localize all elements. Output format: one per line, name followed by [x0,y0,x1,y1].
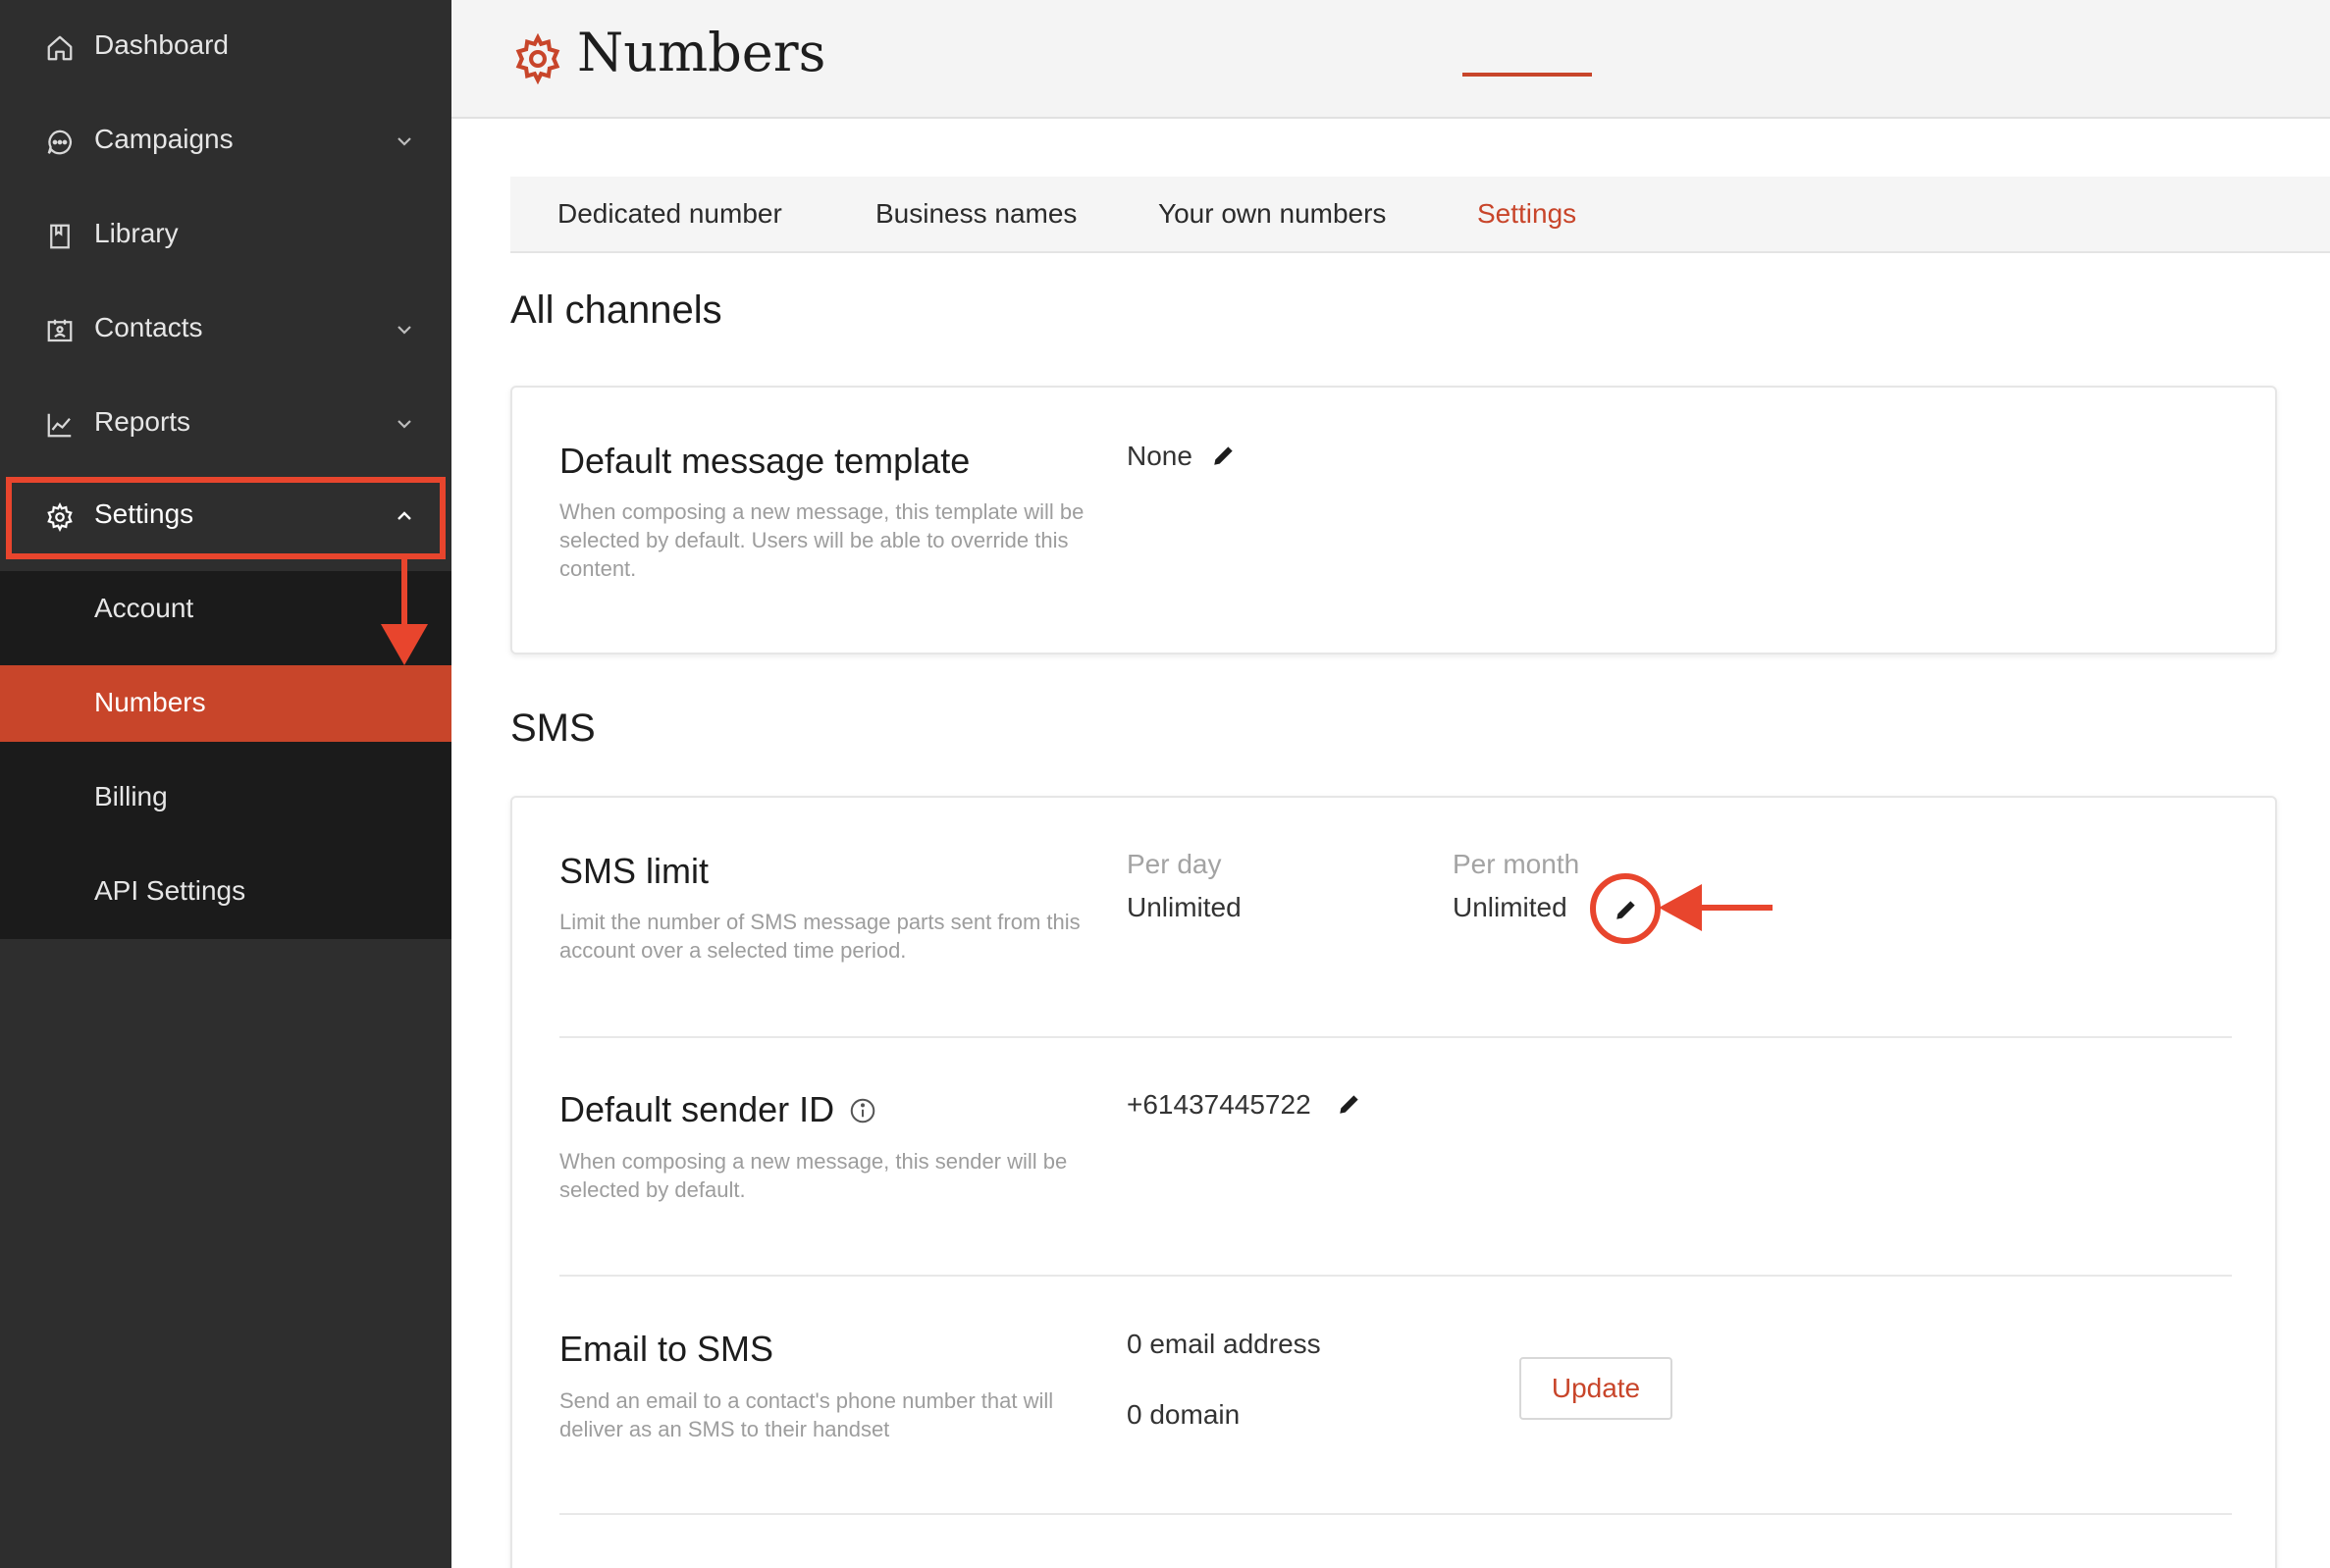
sidebar-item-label: Contacts [94,312,203,342]
contact-card-icon [47,319,73,342]
sidebar-subitem-label: Billing [94,781,168,811]
sender-id-title-text: Default sender ID [559,1089,835,1129]
sender-id-value: +61437445722 [1127,1089,1311,1120]
gear-icon [515,33,560,84]
book-icon [50,224,70,249]
sidebar-subitem-numbers[interactable]: Numbers [0,665,451,742]
sidebar-item-campaigns[interactable]: Campaigns [0,94,451,188]
tab-business-names[interactable]: Business names [875,198,1077,230]
default-template-card: Default message template When composing … [510,386,2277,654]
per-month-label: Per month [1453,849,1580,879]
info-icon[interactable] [848,1096,877,1125]
home-icon [47,35,73,61]
tab-your-own-numbers[interactable]: Your own numbers [1158,198,1386,230]
sidebar-subitem-api-settings[interactable]: API Settings [0,854,451,930]
sidebar-item-reports[interactable]: Reports [0,377,451,471]
chat-bubble-icon [47,130,72,155]
settings-highlight-box [6,477,446,559]
active-tab-indicator [1462,73,1592,77]
email-to-sms-description: Send an email to a contact's phone numbe… [559,1388,1054,1441]
sidebar: Dashboard Campaigns Library Contacts Rep… [0,0,451,1568]
page-header: Numbers [451,0,2330,119]
sidebar-item-contacts[interactable]: Contacts [0,283,451,377]
edit-pencil-icon[interactable] [1211,443,1237,468]
sender-id-description: When composing a new message, this sende… [559,1149,1068,1202]
per-month-value: Unlimited [1453,892,1567,922]
sender-id-title: Default sender ID [559,1089,877,1130]
sidebar-subitem-label: Numbers [94,687,206,717]
sms-settings-card: SMS limit Limit the number of SMS messag… [510,796,2277,1568]
sidebar-item-label: Campaigns [94,124,234,154]
sidebar-item-label: Reports [94,406,191,437]
annotation-arrow-line [401,559,407,628]
sms-limit-title: SMS limit [559,851,709,891]
sidebar-item-label: Library [94,218,179,248]
tab-dedicated-number[interactable]: Dedicated number [557,198,782,230]
edit-pencil-icon[interactable] [1337,1091,1362,1117]
domain-count: 0 domain [1127,1399,1241,1430]
chevron-down-icon [397,326,411,335]
line-chart-icon [47,413,72,438]
default-template-description: When composing a new message, this templ… [559,499,1085,581]
tab-bar: Dedicated number Business names Your own… [510,177,2330,253]
chevron-down-icon [397,420,411,429]
tab-settings[interactable]: Settings [1477,198,1576,230]
divider [559,1275,2232,1277]
annotation-arrow-down-icon [381,624,428,665]
pencil-highlight-circle [1590,873,1661,944]
default-template-value: None [1127,441,1192,471]
page-title: Numbers [577,22,826,83]
sidebar-subitem-label: API Settings [94,875,246,906]
annotation-arrow-line [1698,905,1773,911]
sms-limit-description: Limit the number of SMS message parts se… [559,910,1081,963]
email-to-sms-title: Email to SMS [559,1329,774,1369]
default-template-title: Default message template [559,441,971,481]
per-day-label: Per day [1127,849,1222,879]
sidebar-item-label: Dashboard [94,29,229,60]
update-button[interactable]: Update [1519,1357,1672,1420]
annotation-arrow-left-icon [1659,884,1702,931]
email-address-count: 0 email address [1127,1329,1321,1359]
chevron-down-icon [397,137,411,146]
divider [559,1513,2232,1515]
sidebar-subitem-billing[interactable]: Billing [0,759,451,836]
section-title-sms: SMS [510,706,596,750]
sidebar-item-library[interactable]: Library [0,188,451,283]
per-day-value: Unlimited [1127,892,1242,922]
sidebar-item-dashboard[interactable]: Dashboard [0,0,451,94]
sidebar-subitem-label: Account [94,593,194,623]
divider [559,1036,2232,1038]
section-title-all-channels: All channels [510,288,722,332]
